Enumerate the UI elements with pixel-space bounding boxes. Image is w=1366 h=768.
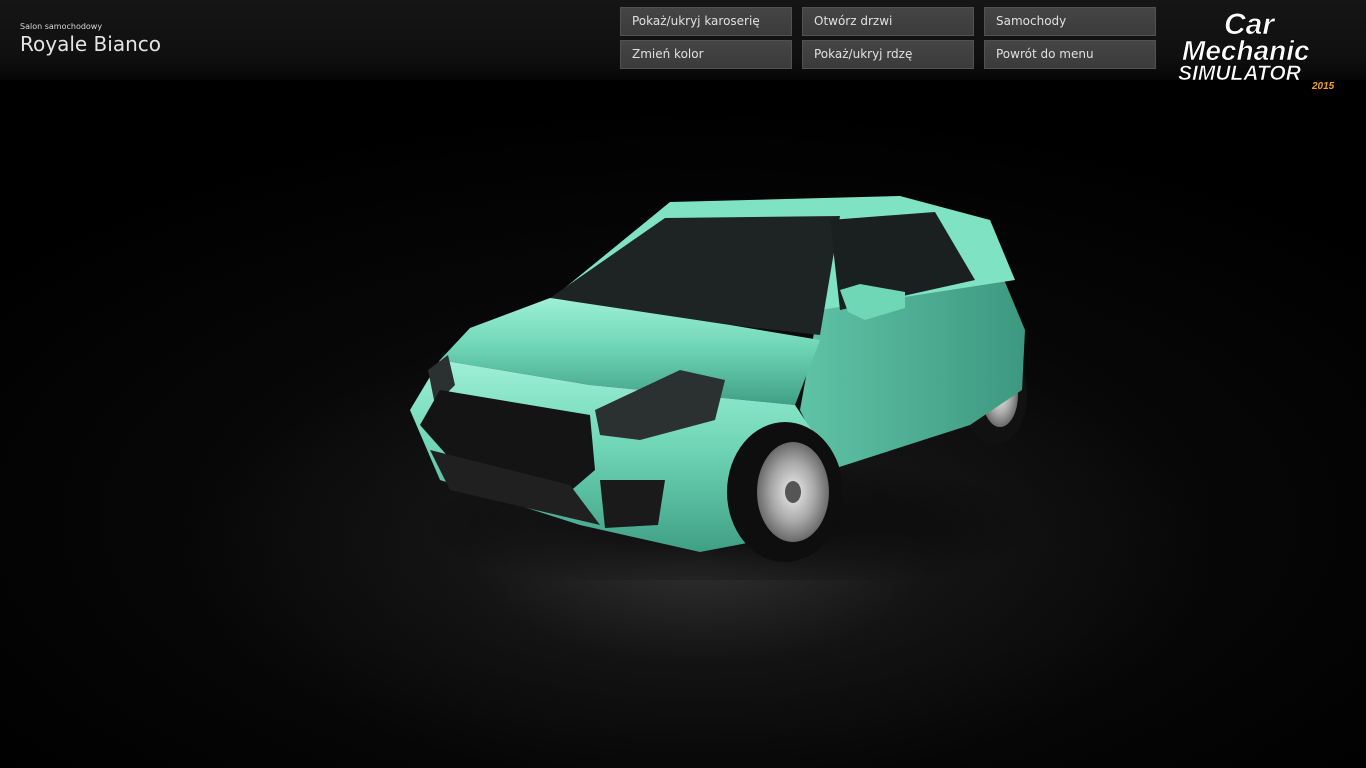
location-title: Royale Bianco [20,32,161,56]
open-doors-button[interactable]: Otwórz drzwi [802,7,974,36]
top-bar: Salon samochodowy Royale Bianco Pokaż/uk… [0,0,1366,80]
car-model [410,196,1040,580]
logo-line-simulator: SIMULATOR [1178,62,1302,85]
logo-year: 2015 [1311,81,1335,92]
toggle-rust-button[interactable]: Pokaż/ukryj rdzę [802,40,974,69]
front-wheel [727,422,843,562]
game-logo: Car Mechanic SIMULATOR 2015 [1178,8,1335,92]
fog-light [600,480,665,528]
action-buttons: Pokaż/ukryj karoserię Otwórz drzwi Samoc… [620,7,1156,69]
toggle-body-button[interactable]: Pokaż/ukryj karoserię [620,7,792,36]
location-subtitle: Salon samochodowy [20,22,103,31]
change-color-button[interactable]: Zmień kolor [620,40,792,69]
cars-button[interactable]: Samochody [984,7,1156,36]
location-block: Salon samochodowy Royale Bianco [20,22,161,56]
back-to-menu-button[interactable]: Powrót do menu [984,40,1156,69]
